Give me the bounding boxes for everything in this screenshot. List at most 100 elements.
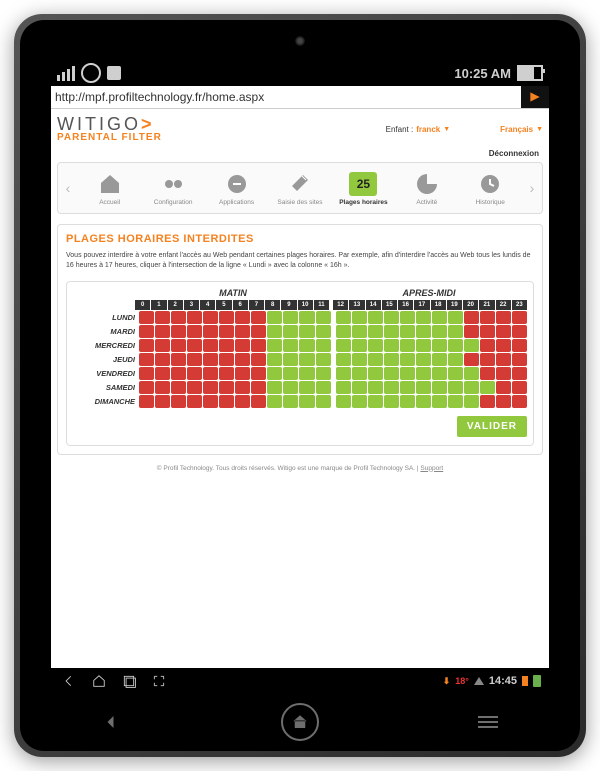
- schedule-cell[interactable]: [480, 311, 495, 324]
- hw-back-button[interactable]: [97, 712, 127, 732]
- schedule-cell[interactable]: [448, 353, 463, 366]
- schedule-cell[interactable]: [368, 353, 383, 366]
- nav-scroll-right[interactable]: ›: [522, 163, 542, 213]
- schedule-cell[interactable]: [448, 311, 463, 324]
- schedule-cell[interactable]: [299, 367, 314, 380]
- nav-item-saisie[interactable]: Saisie des sites: [268, 166, 331, 210]
- schedule-cell[interactable]: [187, 353, 202, 366]
- schedule-cell[interactable]: [251, 353, 266, 366]
- schedule-cell[interactable]: [464, 311, 479, 324]
- schedule-cell[interactable]: [267, 339, 282, 352]
- schedule-cell[interactable]: [448, 339, 463, 352]
- schedule-cell[interactable]: [155, 311, 170, 324]
- schedule-cell[interactable]: [171, 367, 186, 380]
- schedule-cell[interactable]: [448, 367, 463, 380]
- schedule-cell[interactable]: [316, 339, 331, 352]
- schedule-cell[interactable]: [219, 311, 234, 324]
- schedule-cell[interactable]: [187, 339, 202, 352]
- schedule-cell[interactable]: [316, 395, 331, 408]
- schedule-cell[interactable]: [416, 367, 431, 380]
- logout-link[interactable]: Déconnexion: [61, 149, 539, 158]
- schedule-cell[interactable]: [203, 311, 218, 324]
- schedule-cell[interactable]: [512, 339, 527, 352]
- schedule-cell[interactable]: [219, 395, 234, 408]
- schedule-cell[interactable]: [352, 381, 367, 394]
- schedule-cell[interactable]: [336, 339, 351, 352]
- schedule-cell[interactable]: [368, 395, 383, 408]
- validate-button[interactable]: VALIDER: [457, 416, 527, 437]
- schedule-cell[interactable]: [416, 353, 431, 366]
- schedule-cell[interactable]: [464, 353, 479, 366]
- schedule-cell[interactable]: [267, 325, 282, 338]
- schedule-cell[interactable]: [496, 325, 511, 338]
- schedule-cell[interactable]: [368, 339, 383, 352]
- schedule-cell[interactable]: [235, 353, 250, 366]
- schedule-cell[interactable]: [139, 367, 154, 380]
- schedule-cell[interactable]: [139, 395, 154, 408]
- browser-url-bar[interactable]: http://mpf.profiltechnology.fr/home.aspx: [51, 86, 549, 109]
- language-selector[interactable]: Français ▼: [500, 125, 543, 134]
- schedule-cell[interactable]: [283, 381, 298, 394]
- schedule-cell[interactable]: [187, 325, 202, 338]
- schedule-cell[interactable]: [316, 367, 331, 380]
- schedule-cell[interactable]: [219, 339, 234, 352]
- nav-item-activite[interactable]: Activité: [395, 166, 458, 210]
- schedule-cell[interactable]: [251, 339, 266, 352]
- schedule-cell[interactable]: [512, 325, 527, 338]
- schedule-cell[interactable]: [251, 395, 266, 408]
- schedule-cell[interactable]: [171, 395, 186, 408]
- child-selector[interactable]: Enfant : franck ▼: [386, 125, 451, 134]
- schedule-cell[interactable]: [203, 353, 218, 366]
- schedule-cell[interactable]: [480, 353, 495, 366]
- schedule-cell[interactable]: [384, 353, 399, 366]
- schedule-cell[interactable]: [336, 353, 351, 366]
- schedule-cell[interactable]: [416, 339, 431, 352]
- schedule-cell[interactable]: [316, 381, 331, 394]
- schedule-cell[interactable]: [384, 325, 399, 338]
- schedule-cell[interactable]: [400, 367, 415, 380]
- schedule-cell[interactable]: [416, 311, 431, 324]
- url-text[interactable]: http://mpf.profiltechnology.fr/home.aspx: [51, 90, 521, 104]
- schedule-cell[interactable]: [352, 339, 367, 352]
- schedule-cell[interactable]: [496, 339, 511, 352]
- schedule-cell[interactable]: [219, 367, 234, 380]
- schedule-cell[interactable]: [368, 311, 383, 324]
- schedule-cell[interactable]: [416, 325, 431, 338]
- schedule-cell[interactable]: [267, 353, 282, 366]
- schedule-cell[interactable]: [299, 353, 314, 366]
- go-button[interactable]: [521, 86, 549, 108]
- hw-menu-button[interactable]: [473, 712, 503, 732]
- schedule-cell[interactable]: [384, 311, 399, 324]
- schedule-cell[interactable]: [139, 339, 154, 352]
- schedule-cell[interactable]: [251, 311, 266, 324]
- schedule-cell[interactable]: [203, 395, 218, 408]
- schedule-cell[interactable]: [512, 367, 527, 380]
- schedule-cell[interactable]: [139, 381, 154, 394]
- schedule-cell[interactable]: [512, 381, 527, 394]
- schedule-cell[interactable]: [235, 339, 250, 352]
- recent-apps-button[interactable]: [121, 673, 137, 689]
- schedule-cell[interactable]: [267, 367, 282, 380]
- support-link[interactable]: Support: [420, 465, 443, 472]
- schedule-cell[interactable]: [336, 367, 351, 380]
- home-button[interactable]: [91, 673, 107, 689]
- schedule-cell[interactable]: [480, 381, 495, 394]
- schedule-cell[interactable]: [235, 311, 250, 324]
- schedule-cell[interactable]: [400, 325, 415, 338]
- schedule-cell[interactable]: [464, 395, 479, 408]
- schedule-cell[interactable]: [299, 395, 314, 408]
- schedule-cell[interactable]: [336, 311, 351, 324]
- screenshot-button[interactable]: [151, 673, 167, 689]
- nav-scroll-left[interactable]: ‹: [58, 163, 78, 213]
- schedule-cell[interactable]: [432, 339, 447, 352]
- schedule-cell[interactable]: [187, 311, 202, 324]
- schedule-cell[interactable]: [512, 311, 527, 324]
- schedule-cell[interactable]: [512, 353, 527, 366]
- schedule-cell[interactable]: [267, 395, 282, 408]
- schedule-cell[interactable]: [283, 339, 298, 352]
- schedule-cell[interactable]: [139, 311, 154, 324]
- schedule-cell[interactable]: [187, 367, 202, 380]
- schedule-cell[interactable]: [139, 325, 154, 338]
- schedule-cell[interactable]: [384, 339, 399, 352]
- schedule-cell[interactable]: [400, 395, 415, 408]
